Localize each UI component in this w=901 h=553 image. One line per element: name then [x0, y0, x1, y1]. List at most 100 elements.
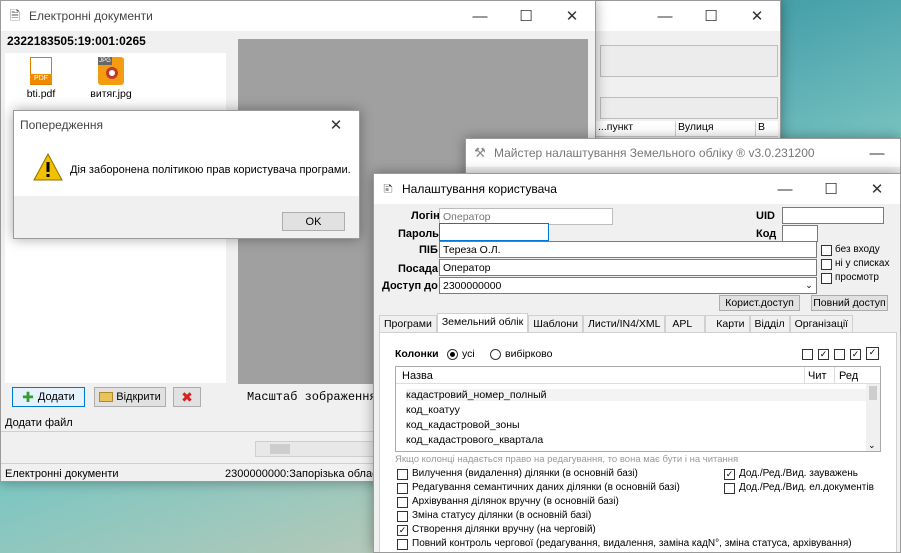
chevron-down-icon: ⌄: [805, 280, 813, 290]
tab-content: Колонки усі вибірково ✓ ✓ ✓ Назва Чит Ре…: [379, 332, 897, 552]
tab-organizations[interactable]: Організації: [789, 315, 854, 332]
tab-maps[interactable]: Карти: [705, 315, 750, 332]
table-row[interactable]: кадастровий_номер_полный: [406, 389, 866, 401]
pib-field[interactable]: Тереза О.Л.: [439, 241, 817, 258]
warning-titlebar: Попередження ✕: [14, 111, 359, 139]
column-header-name[interactable]: Назва: [402, 370, 433, 382]
column-header-street[interactable]: Вулиця: [676, 121, 756, 136]
not-in-lists-checkbox[interactable]: [821, 259, 832, 270]
close-icon[interactable]: ✕: [854, 174, 900, 204]
position-field[interactable]: Оператор: [439, 259, 817, 276]
background-window-field: [600, 97, 778, 119]
check-read-icon[interactable]: ✓: [818, 349, 829, 360]
table-header: Назва Чит Ред: [396, 367, 880, 384]
permission-checkbox[interactable]: [397, 511, 408, 522]
jpg-file-icon: JPG: [98, 57, 124, 85]
radio-selective[interactable]: [490, 349, 501, 360]
code-label: Код: [756, 228, 777, 240]
add-button[interactable]: ✚ Додати: [12, 387, 85, 407]
file-item[interactable]: PDF bti.pdf: [21, 57, 61, 101]
tools-icon: ⚒: [474, 145, 486, 160]
permission-checkbox[interactable]: [397, 469, 408, 480]
table-row[interactable]: код_кадастрового_квартала: [406, 434, 543, 446]
not-in-lists-label: ні у списках: [835, 258, 890, 269]
code-field[interactable]: [782, 225, 818, 242]
user-settings-titlebar: 🗈 Налаштування користувача — ☐ ✕: [374, 174, 900, 204]
user-access-button[interactable]: Корист.доступ: [719, 295, 800, 311]
file-name: bti.pdf: [26, 88, 56, 100]
columns-label: Колонки: [395, 348, 439, 360]
documents-window-titlebar: 🗎 Електронні документи — ☐ ✕: [1, 1, 595, 31]
file-item[interactable]: JPG витяг.jpg: [83, 57, 139, 101]
tab-strip: Програми Земельний облік Шаблони Листи/I…: [379, 313, 899, 332]
check-all-both-icon[interactable]: ✓: [866, 347, 879, 360]
password-field[interactable]: [439, 223, 549, 241]
vertical-scrollbar[interactable]: ⌄: [866, 384, 880, 451]
full-access-button[interactable]: Повний доступ: [811, 295, 888, 311]
pib-label: ПІБ: [419, 244, 438, 256]
folder-icon: [99, 392, 114, 402]
plus-icon: ✚: [22, 388, 34, 405]
permission-checkbox[interactable]: [397, 483, 408, 494]
file-name: витяг.jpg: [90, 88, 132, 100]
tab-letters[interactable]: Листи/IN4/XML: [582, 315, 666, 332]
column-header-b[interactable]: В: [756, 121, 776, 136]
no-login-checkbox[interactable]: [821, 245, 832, 256]
tab-land-registry[interactable]: Земельний облік: [436, 313, 529, 332]
permission-label: Створення ділянки вручну (на черговій): [412, 524, 596, 535]
delete-icon: ✖: [181, 388, 193, 405]
close-icon[interactable]: ✕: [313, 111, 359, 139]
documents-window-title: Електронні документи: [29, 9, 153, 23]
warning-message: Дія заборонена політикою прав користувач…: [70, 164, 351, 176]
radio-all[interactable]: [447, 349, 458, 360]
minimize-icon[interactable]: —: [642, 1, 688, 31]
permission-checkbox[interactable]: [724, 483, 735, 494]
tab-templates[interactable]: Шаблони: [528, 315, 583, 332]
table-row[interactable]: код_коатуу: [406, 404, 460, 416]
settings-app-icon: 🗈: [383, 181, 393, 196]
uid-field[interactable]: [782, 207, 884, 224]
maximize-icon[interactable]: ☐: [688, 1, 734, 31]
column-header-edit[interactable]: Ред: [839, 370, 858, 382]
minimize-icon[interactable]: —: [854, 139, 900, 167]
background-window-titlebar: — ☐ ✕: [592, 1, 780, 31]
uncheck-all-icon[interactable]: [802, 349, 813, 360]
warning-title: Попередження: [20, 118, 104, 132]
close-icon[interactable]: ✕: [734, 1, 780, 31]
open-button[interactable]: Відкрити: [94, 387, 166, 407]
wizard-title: Майстер налаштування Земельного обліку ®…: [494, 146, 815, 160]
status-right: 2300000000:Запорізька область: [225, 468, 389, 480]
column-header-point[interactable]: ...пункт: [596, 121, 676, 136]
permission-checkbox[interactable]: ✓: [397, 525, 408, 536]
minimize-icon[interactable]: —: [457, 1, 503, 31]
warning-dialog: Попередження ✕ Дія заборонена політикою …: [13, 110, 360, 239]
permission-checkbox[interactable]: [397, 497, 408, 508]
permission-label: Вилучення (видалення) ділянки (в основні…: [412, 468, 638, 479]
permission-checkbox[interactable]: ✓: [724, 469, 735, 480]
close-icon[interactable]: ✕: [549, 1, 595, 31]
minimize-icon[interactable]: —: [762, 174, 808, 204]
position-label: Посада: [398, 263, 438, 275]
background-window-panel: [600, 45, 778, 77]
maximize-icon[interactable]: ☐: [808, 174, 854, 204]
delete-button[interactable]: ✖: [173, 387, 201, 407]
access-label: Доступ до: [382, 280, 438, 292]
permission-checkbox[interactable]: [397, 539, 408, 550]
chevron-down-icon: ⌄: [868, 440, 876, 450]
check-all-icon[interactable]: ✓: [850, 349, 861, 360]
table-row[interactable]: код_кадастровой_зоны: [406, 419, 520, 431]
access-select[interactable]: 2300000000 ⌄: [439, 277, 817, 294]
tab-programs[interactable]: Програми: [379, 315, 437, 332]
tab-department[interactable]: Відділ: [749, 315, 790, 332]
warning-body: Дія заборонена політикою прав користувач…: [14, 139, 359, 196]
maximize-icon[interactable]: ☐: [503, 1, 549, 31]
column-header-read[interactable]: Чит: [808, 370, 827, 382]
status-left: Електронні документи: [5, 468, 119, 480]
ok-button[interactable]: OK: [282, 212, 345, 231]
check-edit-icon[interactable]: [834, 349, 845, 360]
view-only-checkbox[interactable]: [821, 273, 832, 284]
permission-label: Дод./Ред./Вид. зауважень: [739, 468, 859, 479]
wizard-titlebar: ⚒ Майстер налаштування Земельного обліку…: [466, 139, 900, 167]
permission-label: Дод./Ред./Вид. ел.документів: [739, 482, 874, 493]
tab-apl[interactable]: APL: [665, 315, 706, 332]
